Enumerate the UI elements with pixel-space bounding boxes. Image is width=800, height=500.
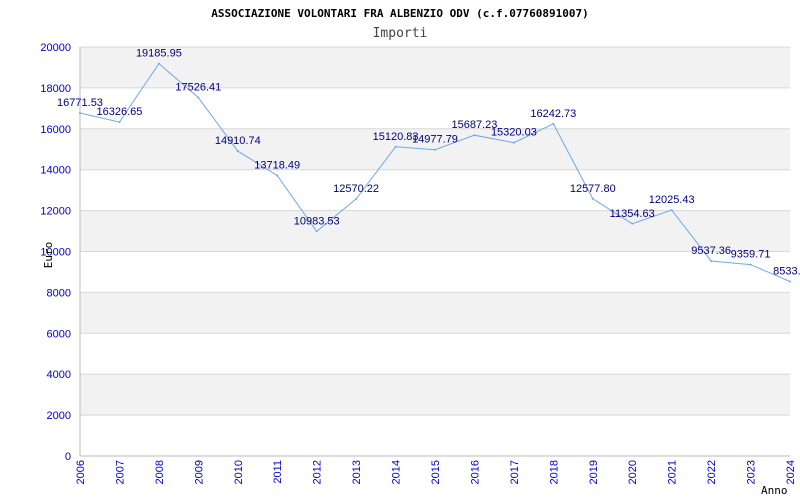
data-point	[631, 222, 634, 225]
data-point	[355, 197, 358, 200]
x-tick-label: 2024	[785, 460, 797, 484]
data-label: 11354.63	[610, 208, 655, 220]
y-tick-label: 0	[65, 451, 71, 463]
x-tick-label: 2006	[75, 460, 87, 484]
data-label: 8533.6	[773, 265, 800, 277]
data-point	[710, 259, 713, 262]
y-tick-label: 4000	[47, 369, 71, 381]
data-label: 17526.41	[175, 82, 221, 94]
x-axis-title: Anno	[761, 484, 788, 497]
y-tick-label: 16000	[40, 124, 71, 136]
plot-band	[80, 251, 790, 293]
plot-band	[80, 415, 790, 456]
data-point	[749, 263, 752, 266]
plot-band	[80, 333, 790, 375]
y-tick-label: 6000	[47, 328, 71, 340]
x-tick-label: 2019	[588, 460, 600, 484]
x-tick-label: 2018	[548, 460, 560, 484]
x-tick-label: 2023	[746, 460, 758, 484]
y-tick-label: 8000	[47, 287, 71, 299]
y-tick-label: 2000	[47, 410, 71, 422]
data-point	[473, 134, 476, 137]
plot-band	[80, 210, 790, 252]
data-label: 12577.80	[570, 183, 616, 195]
data-label: 12570.22	[333, 183, 379, 195]
plot-band	[80, 87, 790, 129]
x-tick-label: 2016	[469, 460, 481, 484]
data-point	[118, 121, 121, 124]
data-label: 12025.43	[649, 194, 695, 206]
x-tick-label: 2010	[233, 460, 245, 484]
data-label: 9359.71	[731, 249, 771, 261]
data-label: 16242.73	[530, 108, 576, 120]
plot-band	[80, 292, 790, 334]
chart-title: ASSOCIAZIONE VOLONTARI FRA ALBENZIO ODV …	[211, 7, 589, 20]
y-tick-label: 20000	[40, 42, 71, 54]
data-point	[157, 62, 160, 65]
data-point	[236, 150, 239, 153]
chart-subtitle: Importi	[373, 26, 428, 41]
x-tick-label: 2013	[351, 460, 363, 484]
data-label: 14910.74	[215, 135, 261, 147]
data-label: 9537.36	[691, 245, 731, 257]
x-tick-label: 2015	[430, 460, 442, 484]
x-tick-label: 2009	[193, 460, 205, 484]
x-tick-label: 2021	[667, 460, 679, 484]
line-chart: ASSOCIAZIONE VOLONTARI FRA ALBENZIO ODV …	[40, 7, 800, 497]
x-tick-label: 2011	[272, 460, 284, 484]
x-axis-ticks: 2006 2007 2008 2009 2010 2011 2012 2013 2014 2015…	[75, 460, 797, 484]
x-tick-label: 2017	[509, 460, 521, 484]
y-axis-title: Euro	[42, 242, 55, 269]
plot-band	[80, 374, 790, 416]
x-tick-label: 2020	[627, 460, 639, 484]
data-point	[434, 148, 436, 151]
x-tick-label: 2012	[312, 460, 324, 484]
x-tick-label: 2007	[114, 460, 126, 484]
data-point	[512, 141, 515, 144]
data-point	[197, 96, 200, 99]
data-label: 14977.79	[412, 134, 458, 146]
y-tick-label: 14000	[40, 165, 71, 177]
data-label: 10983.53	[294, 215, 340, 227]
data-label: 16326.65	[96, 106, 142, 118]
data-point	[591, 197, 594, 200]
data-label: 15320.03	[491, 127, 537, 139]
data-point	[394, 145, 397, 148]
data-point	[552, 122, 555, 125]
data-label: 19185.95	[136, 48, 182, 60]
data-point	[276, 174, 279, 177]
y-tick-label: 18000	[40, 83, 71, 95]
x-tick-label: 2022	[706, 460, 718, 484]
data-point	[789, 280, 791, 283]
data-point	[670, 209, 673, 212]
y-tick-label: 12000	[40, 206, 71, 218]
x-tick-label: 2008	[154, 460, 166, 484]
data-label: 13718.49	[254, 159, 300, 171]
data-point	[79, 112, 81, 115]
x-tick-label: 2014	[391, 460, 403, 484]
data-point	[315, 230, 318, 233]
